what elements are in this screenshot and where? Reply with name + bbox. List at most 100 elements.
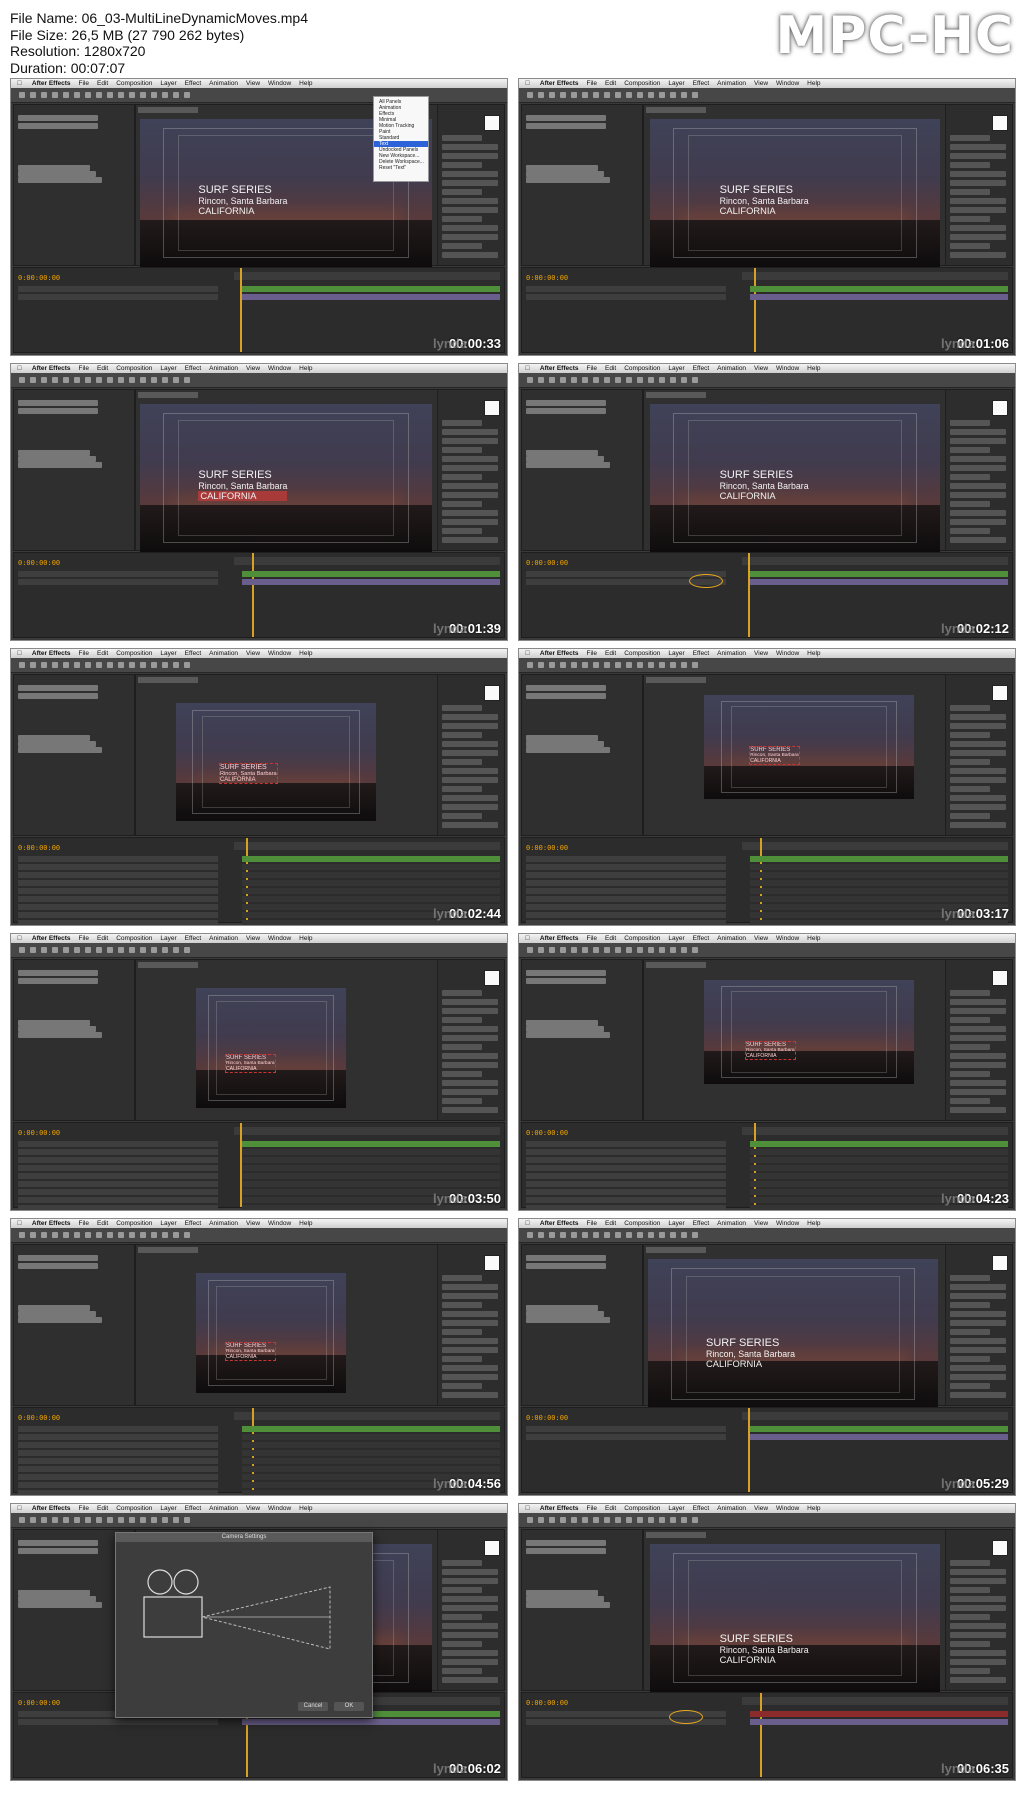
menu-item[interactable]: Edit (97, 935, 108, 942)
menu-item[interactable]: Animation (717, 1505, 746, 1512)
layer-duration-bar[interactable] (242, 1466, 500, 1472)
menu-item[interactable]: Effect (693, 1220, 710, 1227)
menu-item[interactable]: Edit (97, 1505, 108, 1512)
panel-row[interactable] (950, 243, 990, 249)
current-time-indicator[interactable] (760, 1693, 762, 1777)
tool-icon[interactable] (184, 947, 190, 953)
panel-row[interactable] (950, 1338, 1006, 1344)
menu-item[interactable]: Window (776, 365, 799, 372)
menu-item[interactable]: Composition (624, 650, 660, 657)
apple-menu-icon[interactable]:  (525, 80, 530, 87)
apple-menu-icon[interactable]:  (17, 1220, 22, 1227)
menu-item[interactable]: File (587, 650, 597, 657)
tool-icon[interactable] (538, 947, 544, 953)
menu-item[interactable]: After Effects (32, 80, 71, 87)
current-time-indicator[interactable] (748, 553, 750, 637)
menu-item[interactable]: View (246, 1505, 260, 1512)
apple-menu-icon[interactable]:  (17, 935, 22, 942)
panel-row[interactable] (442, 1320, 498, 1326)
tool-icon[interactable] (637, 92, 643, 98)
panel-row[interactable] (442, 1374, 498, 1380)
panel-row[interactable] (950, 1668, 990, 1674)
menu-item[interactable]: File (587, 1220, 597, 1227)
menu-item[interactable]: Layer (160, 1220, 176, 1227)
composition-tab[interactable] (646, 677, 706, 683)
project-item[interactable] (18, 1540, 98, 1546)
panel-row[interactable] (950, 1293, 1006, 1299)
menu-item[interactable]: Layer (668, 935, 684, 942)
panel-row[interactable] (442, 804, 498, 810)
tool-icon[interactable] (648, 92, 654, 98)
panel-row[interactable] (442, 1392, 498, 1398)
tool-icon[interactable] (118, 1517, 124, 1523)
panel-row[interactable] (442, 1293, 498, 1299)
menu-item[interactable]: Animation (717, 650, 746, 657)
apple-menu-icon[interactable]:  (17, 650, 22, 657)
panel-row[interactable] (442, 759, 482, 765)
panel-row[interactable] (442, 1044, 482, 1050)
tool-icon[interactable] (52, 92, 58, 98)
tool-icon[interactable] (107, 947, 113, 953)
tool-icon[interactable] (151, 1232, 157, 1238)
tool-icon[interactable] (140, 947, 146, 953)
panel-row[interactable] (950, 234, 1006, 240)
menu-item[interactable]: Composition (624, 1505, 660, 1512)
panel-row[interactable] (950, 1596, 1006, 1602)
layer-duration-bar[interactable] (242, 1181, 500, 1187)
layer-row[interactable] (18, 888, 218, 894)
tool-icon[interactable] (593, 377, 599, 383)
menu-item[interactable]: Help (807, 935, 820, 942)
tool-icon[interactable] (648, 377, 654, 383)
tool-icon[interactable] (571, 377, 577, 383)
tool-icon[interactable] (571, 662, 577, 668)
layer-row[interactable] (526, 904, 726, 910)
menu-item[interactable]: Layer (668, 1220, 684, 1227)
panel-row[interactable] (442, 1017, 482, 1023)
tool-icon[interactable] (118, 662, 124, 668)
menu-item[interactable]: Help (807, 1220, 820, 1227)
composition-tab[interactable] (138, 677, 198, 683)
panel-row[interactable] (950, 1560, 990, 1566)
tool-icon[interactable] (637, 1232, 643, 1238)
layer-duration-bar[interactable] (242, 1450, 500, 1456)
menu-item[interactable]: Animation (717, 80, 746, 87)
panel-row[interactable] (442, 777, 498, 783)
panel-row[interactable] (442, 1659, 498, 1665)
tool-icon[interactable] (140, 1517, 146, 1523)
menu-item[interactable]: File (587, 1505, 597, 1512)
panel-row[interactable] (442, 1614, 482, 1620)
fill-color-swatch[interactable] (992, 115, 1008, 131)
tool-icon[interactable] (63, 1232, 69, 1238)
panel-row[interactable] (950, 1035, 1006, 1041)
panel-row[interactable] (442, 1071, 482, 1077)
panel-row[interactable] (950, 438, 1006, 444)
project-item[interactable] (526, 462, 610, 468)
tool-icon[interactable] (626, 1232, 632, 1238)
panel-row[interactable] (442, 528, 482, 534)
tool-icon[interactable] (41, 1517, 47, 1523)
panel-row[interactable] (950, 795, 1006, 801)
panel-row[interactable] (442, 1641, 482, 1647)
layer-row[interactable] (526, 1141, 726, 1147)
menu-item[interactable]: Effect (185, 1505, 202, 1512)
panel-row[interactable] (950, 447, 990, 453)
layer-row[interactable] (526, 888, 726, 894)
tool-icon[interactable] (162, 1517, 168, 1523)
menu-item[interactable]: Edit (605, 650, 616, 657)
panel-row[interactable] (950, 171, 1006, 177)
menu-item[interactable]: Composition (624, 365, 660, 372)
menu-item[interactable]: Composition (116, 935, 152, 942)
tool-icon[interactable] (184, 1517, 190, 1523)
layer-row[interactable] (18, 1173, 218, 1179)
project-item[interactable] (18, 747, 102, 753)
panel-row[interactable] (950, 1053, 1006, 1059)
tool-icon[interactable] (30, 377, 36, 383)
tool-icon[interactable] (41, 377, 47, 383)
layer-row[interactable] (526, 920, 726, 925)
panel-row[interactable] (442, 189, 482, 195)
layer-duration-bar[interactable] (750, 888, 1008, 894)
panel-row[interactable] (442, 1569, 498, 1575)
tool-icon[interactable] (549, 377, 555, 383)
tool-icon[interactable] (659, 92, 665, 98)
tool-icon[interactable] (648, 662, 654, 668)
